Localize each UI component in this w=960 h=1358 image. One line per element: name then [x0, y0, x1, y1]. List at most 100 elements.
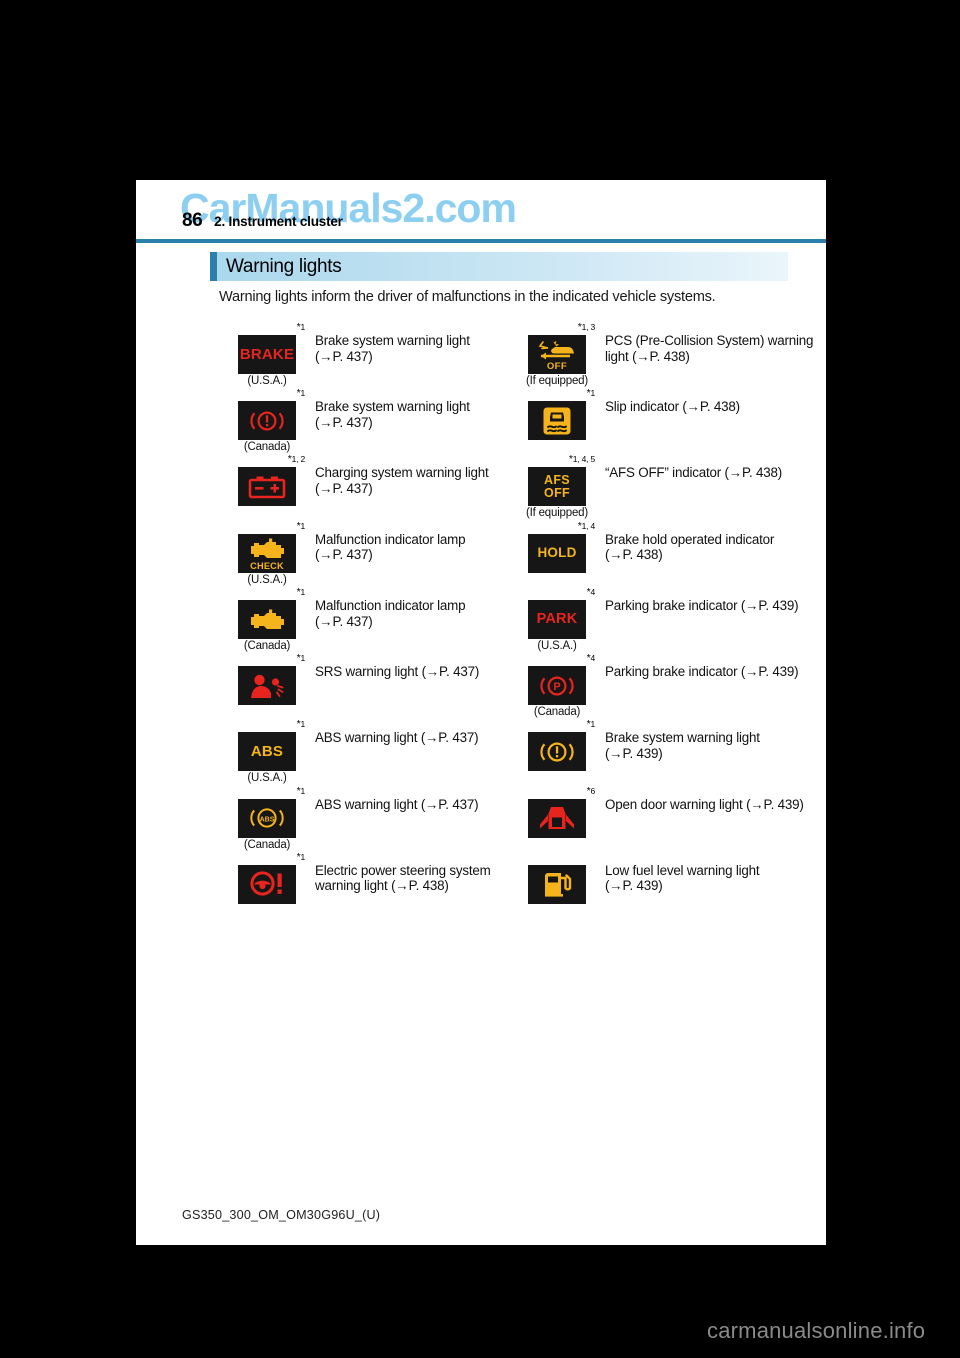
warning-light-description: ABS warning light (→P. 437) — [315, 786, 509, 813]
abs-circle-lamp-icon: ABS — [238, 798, 296, 838]
lamp-icon-block: *4 PARK (U.S.A.) — [509, 587, 605, 653]
warning-light-entry: *6 Open door warning light (→P. 439) — [509, 784, 819, 852]
page-reference[interactable]: (→P. 437) — [422, 664, 480, 679]
warning-light-entry: Low fuel level warning light (→P. 439) — [509, 852, 819, 905]
lamp-icon-block: *1 — [219, 653, 315, 706]
page-reference[interactable]: (→P. 439) — [741, 598, 799, 613]
lamp-icon-block: *1, 2 — [219, 454, 315, 507]
page-reference[interactable]: (→P. 437) — [315, 547, 373, 562]
footnote-marker: *1 — [586, 387, 596, 400]
region-label: (U.S.A.) — [247, 772, 287, 785]
page-reference[interactable]: (→P. 437) — [315, 415, 373, 430]
table-row: *1 CHECK (U.S.A.) Malfunction indicator lam… — [219, 519, 819, 587]
warning-light-entry: *1 Slip indicator (→P. 438) — [509, 388, 819, 454]
page-reference[interactable]: (→P. 439) — [741, 664, 799, 679]
description-text: Low fuel level warning light — [605, 862, 760, 878]
region-label: (Canada) — [243, 639, 291, 652]
check-engine-lamp-icon — [238, 599, 296, 639]
lamp-icon-block: *1 (Canada) — [219, 388, 315, 454]
description-text: Brake system warning light — [315, 333, 470, 348]
footnote-marker: *1 — [586, 718, 596, 731]
footnote-marker: *1 — [296, 585, 306, 598]
description-text: Parking brake indicator — [605, 664, 738, 680]
lamp-icon-block: *1 — [219, 852, 315, 905]
warning-light-entry: *1, 4 HOLD Brake hold operated indicator (… — [509, 520, 819, 587]
description-text: Brake system warning light — [315, 399, 470, 415]
page-reference[interactable]: (→P. 438) — [725, 465, 783, 480]
page-reference[interactable]: (→P. 437) — [315, 481, 373, 496]
warning-light-description: Parking brake indicator (→P. 439) — [605, 587, 819, 614]
warning-lights-table: *1 BRAKE (U.S.A.) Brake system warning ligh… — [219, 322, 819, 905]
section-accent-bar — [210, 252, 217, 281]
warning-light-entry: *4 PARK (U.S.A.) Parking brake indicator (→… — [509, 587, 819, 653]
footnote-marker: *1 — [296, 652, 306, 665]
header-rule — [136, 239, 826, 243]
abs-text-lamp-icon: ABS — [238, 732, 296, 772]
battery-charging-lamp-icon — [238, 467, 296, 507]
low-fuel-lamp-icon — [528, 864, 586, 904]
warning-light-description: Malfunction indicator lamp (→P. 437) — [315, 521, 509, 563]
page-reference[interactable]: (→P. 438) — [605, 547, 663, 562]
section-title-band: Warning lights — [210, 252, 788, 281]
lamp-icon-block: *1, 3 OFF (If equipped) — [509, 322, 605, 388]
brake-circle-red-lamp-icon — [238, 401, 296, 441]
svg-text:P: P — [553, 681, 560, 693]
table-row: *1 (Canada) Malfunction indicator lamp (→P… — [219, 587, 819, 653]
pcs-off-lamp-icon: OFF — [528, 335, 586, 374]
page-reference[interactable]: (→P. 437) — [315, 349, 373, 364]
page-reference[interactable]: (→P. 438) — [632, 349, 690, 364]
page-reference[interactable]: (→P. 439) — [605, 746, 663, 761]
page-reference[interactable]: (→P. 437) — [421, 797, 479, 812]
lamp-icon-block: *1 ABS (Canada) — [219, 784, 315, 852]
warning-light-description: “AFS OFF” indicator (→P. 438) — [605, 454, 819, 481]
description-text: ABS warning light — [315, 730, 418, 746]
footnote-marker: *1 — [296, 519, 306, 532]
warning-light-entry: *1, 3 OFF (If equipped) PCS (Pre-Collision … — [509, 322, 819, 388]
site-watermark: carmanualsonline.info — [707, 1318, 926, 1343]
section-title: Warning lights — [226, 255, 342, 277]
warning-light-description: Slip indicator (→P. 438) — [605, 388, 819, 415]
warning-light-entry: *1 (Canada) Malfunction indicator lamp (→P… — [219, 587, 509, 653]
page-reference[interactable]: (→P. 439) — [746, 797, 804, 812]
region-label: (U.S.A.) — [537, 639, 577, 652]
page-reference[interactable]: (→P. 438) — [682, 399, 740, 414]
page-reference[interactable]: (→P. 439) — [605, 878, 663, 893]
svg-text:ABS: ABS — [260, 816, 275, 823]
warning-light-description: ABS warning light (→P. 437) — [315, 719, 509, 746]
warning-light-entry: *1 Electric power steering system warning… — [219, 852, 509, 905]
footnote-marker: *4 — [586, 652, 596, 665]
footnote-marker: *1 — [296, 387, 306, 400]
warning-light-entry: *1 BRAKE (U.S.A.) Brake system warning ligh… — [219, 322, 509, 388]
description-text: “AFS OFF” indicator — [605, 465, 721, 481]
page-reference[interactable]: (→P. 438) — [391, 878, 449, 893]
lamp-icon-block: *6 — [509, 784, 605, 839]
warning-light-description: Electric power steering system warning l… — [315, 852, 509, 894]
warning-light-entry: *1 CHECK (U.S.A.) Malfunction indicator lam… — [219, 519, 509, 587]
brake-hold-lamp-icon: HOLD — [528, 533, 586, 573]
footnote-marker: *1, 2 — [287, 453, 305, 466]
footer-doc-code: GS350_300_OM_OM30G96U_(U) — [182, 1208, 381, 1222]
description-text: Slip indicator — [605, 399, 679, 415]
warning-light-description: Malfunction indicator lamp (→P. 437) — [315, 587, 509, 629]
page-reference[interactable]: (→P. 437) — [421, 730, 479, 745]
table-row: *1, 2 Charging system warning light (→P. … — [219, 454, 819, 520]
warning-light-entry: *1, 2 Charging system warning light (→P. … — [219, 454, 509, 520]
lamp-icon-block: *4 P (Canada) — [509, 653, 605, 719]
footnote-marker: *1 — [296, 784, 306, 797]
page-number: 86 — [182, 210, 203, 231]
region-label: (If equipped) — [526, 375, 588, 387]
warning-light-description: Open door warning light (→P. 439) — [605, 786, 819, 813]
table-row: *1 (Canada) Brake system warning light (→P… — [219, 388, 819, 454]
footnote-marker: *6 — [586, 784, 596, 797]
description-text: Brake system warning light — [605, 730, 760, 746]
brake-circle-amber-lamp-icon — [528, 732, 586, 772]
footnote-marker: *1, 3 — [577, 321, 595, 333]
region-label: (U.S.A.) — [247, 375, 287, 387]
lamp-icon-block: *1 BRAKE (U.S.A.) — [219, 322, 315, 388]
page-reference[interactable]: (→P. 437) — [315, 614, 373, 629]
warning-light-entry: *4 P (Canada) Parking brake indicator (→P. … — [509, 653, 819, 719]
description-text: Parking brake indicator — [605, 597, 738, 613]
warning-light-description: Parking brake indicator (→P. 439) — [605, 653, 819, 680]
warning-light-entry: *1 ABS (Canada) ABS warning light (→P. 437) — [219, 784, 509, 852]
warning-light-description: Brake system warning light (→P. 437) — [315, 388, 509, 430]
